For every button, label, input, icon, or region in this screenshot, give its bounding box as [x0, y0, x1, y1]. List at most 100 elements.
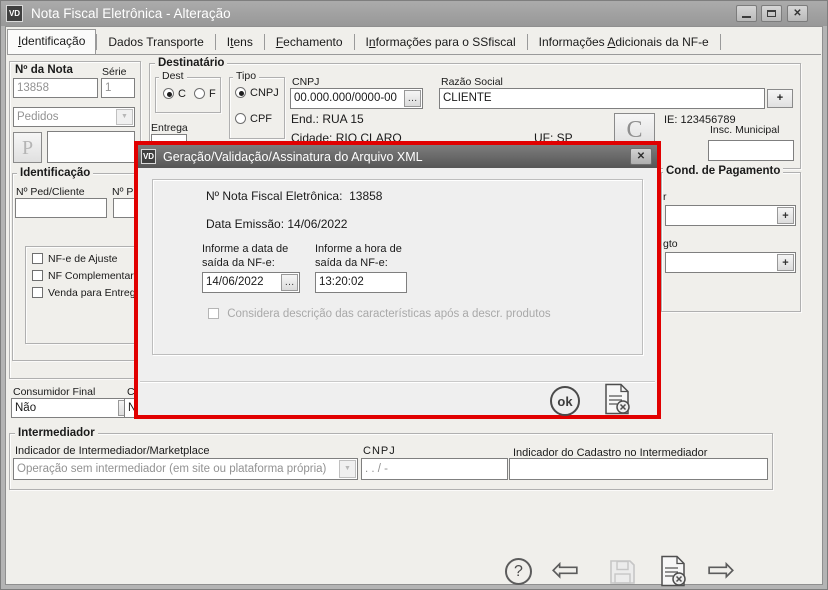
consumidor-final-label: Consumidor Final: [13, 386, 96, 398]
hora-saida-field[interactable]: 13:20:02: [315, 272, 407, 293]
cond-field-1[interactable]: +: [665, 205, 796, 226]
next-button[interactable]: ⇨: [707, 553, 736, 587]
maximize-button[interactable]: [761, 5, 782, 22]
cond-pagamento-group: [661, 172, 801, 312]
razao-add-button[interactable]: +: [767, 89, 793, 108]
dialog-titlebar: VD Geração/Validação/Assinatura do Arqui…: [138, 145, 657, 168]
radio-icon: [235, 113, 246, 124]
considera-descricao-checkbox: Considera descrição das características …: [208, 308, 551, 320]
razao-social-label: Razão Social: [441, 76, 503, 88]
checkbox-icon: [208, 308, 219, 319]
window-titlebar: VD Nota Fiscal Eletrônica - Alteração: [1, 1, 827, 26]
pedidos-select: Pedidos ▼: [13, 107, 135, 127]
help-icon: ?: [514, 562, 523, 580]
tipo-caption: Tipo: [233, 70, 260, 82]
ok-button[interactable]: ok: [550, 386, 580, 416]
hora-saida-label: Informe a hora de saída da NF-e:: [315, 243, 402, 269]
dialog-icon: VD: [141, 149, 156, 164]
cancel-document-button[interactable]: [659, 555, 688, 588]
endereco-text: End.: RUA 15: [291, 112, 364, 126]
p-button: P: [13, 132, 42, 163]
arrow-left-icon: ⇦: [551, 550, 580, 590]
ped-cliente-field[interactable]: [15, 198, 107, 218]
help-button[interactable]: ?: [505, 558, 532, 585]
dialog-separator: [140, 381, 655, 383]
app-icon: VD: [6, 5, 23, 22]
venda-entrega-checkbox[interactable]: Venda para Entrega: [32, 287, 134, 299]
flags-box: NF-e de Ajuste NF Complementar Venda par…: [25, 246, 135, 344]
cond-partial-label-2: gto: [663, 238, 678, 250]
dest-c-radio[interactable]: C: [163, 88, 186, 100]
indicador-intermediador-select: Operação sem intermediador (em site ou p…: [13, 458, 358, 480]
consumidor-final-select[interactable]: Não ▼: [11, 398, 137, 418]
nf-complementar-checkbox[interactable]: NF Complementar: [32, 270, 134, 282]
serie-field: 1: [101, 78, 135, 98]
tab-fechamento[interactable]: Fechamento: [265, 31, 354, 54]
tab-strip: Identificação Dados Transporte Itens Fec…: [7, 29, 821, 55]
intermediador-cnpj-label: CNPJ: [363, 445, 396, 457]
nota-number-field: 13858: [13, 78, 98, 98]
dialog-title: Geração/Validação/Assinatura do Arquivo …: [163, 149, 423, 164]
dest-f-radio[interactable]: F: [194, 88, 216, 100]
data-saida-field[interactable]: 14/06/2022 …: [202, 272, 300, 293]
close-button[interactable]: ✕: [787, 5, 808, 22]
checkbox-icon: [32, 270, 43, 281]
tipo-cnpj-radio[interactable]: CNPJ: [235, 87, 279, 99]
cond-add-button-2[interactable]: +: [777, 254, 794, 271]
cancel-document-icon: [661, 555, 686, 587]
dropdown-arrow-icon: ▼: [339, 460, 356, 478]
tab-divider: [719, 34, 721, 50]
tab-itens[interactable]: Itens: [216, 31, 264, 54]
data-saida-label: Informe a data de saída da NF-e:: [202, 243, 289, 269]
save-button: [610, 560, 635, 584]
dest-caption: Dest: [159, 70, 187, 82]
radio-icon: [163, 88, 174, 99]
cancel-document-icon: [605, 383, 630, 415]
destinatario-caption: Destinatário: [155, 57, 228, 69]
minimize-icon: [742, 16, 751, 18]
tab-informacoes-ssfiscal[interactable]: Informações para o SSfiscal: [355, 31, 527, 54]
radio-icon: [235, 87, 246, 98]
arrow-right-icon: ⇨: [707, 550, 736, 590]
entrega-label: Entrega: [151, 122, 188, 134]
minimize-button[interactable]: [736, 5, 757, 22]
tab-informacoes-adicionais[interactable]: Informações Adicionais da NF-e: [528, 31, 720, 54]
close-icon: ✕: [793, 8, 802, 19]
nfe-ajuste-checkbox[interactable]: NF-e de Ajuste: [32, 253, 117, 265]
identificacao-caption: Identificação: [17, 167, 94, 179]
ped-cliente-label: Nº Ped/Cliente: [16, 186, 85, 198]
cond-field-2[interactable]: +: [665, 252, 796, 273]
tipo-cpf-radio[interactable]: CPF: [235, 113, 272, 125]
intermediador-cnpj-field[interactable]: . . / -: [361, 458, 508, 480]
razao-social-field[interactable]: CLIENTE: [439, 88, 765, 109]
tab-dados-transporte[interactable]: Dados Transporte: [97, 31, 214, 54]
indicador-intermediador-label: Indicador de Intermediador/Marketplace: [15, 445, 210, 457]
xml-generation-dialog: VD Geração/Validação/Assinatura do Arqui…: [134, 141, 661, 419]
cond-pagamento-caption: Cond. de Pagamento: [663, 165, 784, 177]
checkbox-icon: [32, 253, 43, 264]
calendar-button[interactable]: …: [281, 274, 298, 291]
insc-municipal-field[interactable]: [708, 140, 794, 161]
window-title: Nota Fiscal Eletrônica - Alteração: [31, 6, 231, 21]
application-window: VD Nota Fiscal Eletrônica - Alteração ✕ …: [0, 0, 828, 590]
cnpj-lookup-button[interactable]: …: [404, 90, 421, 107]
insc-municipal-label: Insc. Municipal: [710, 124, 780, 136]
checkbox-icon: [32, 287, 43, 298]
previous-button[interactable]: ⇦: [551, 553, 580, 587]
cond-partial-label-1: r: [663, 191, 667, 203]
intermediador-caption: Intermediador: [15, 427, 98, 439]
dropdown-arrow-icon: ▼: [116, 109, 133, 125]
cnpj-field[interactable]: 00.000.000/0000-00 …: [290, 88, 423, 109]
ped2-field[interactable]: [113, 198, 135, 218]
maximize-icon: [767, 10, 776, 17]
nota-label: Nº da Nota: [15, 64, 73, 76]
pedido-entry-field[interactable]: [47, 131, 135, 163]
cadastro-intermediador-field[interactable]: [509, 458, 768, 480]
tab-identificacao[interactable]: Identificação: [7, 29, 97, 54]
radio-icon: [194, 88, 205, 99]
dialog-cancel-button[interactable]: [603, 383, 632, 416]
nf-number-text: Nº Nota Fiscal Eletrônica: 13858: [206, 189, 383, 203]
serie-label: Série: [102, 66, 127, 78]
cond-add-button-1[interactable]: +: [777, 207, 794, 224]
dialog-close-button[interactable]: ✕: [630, 148, 652, 165]
